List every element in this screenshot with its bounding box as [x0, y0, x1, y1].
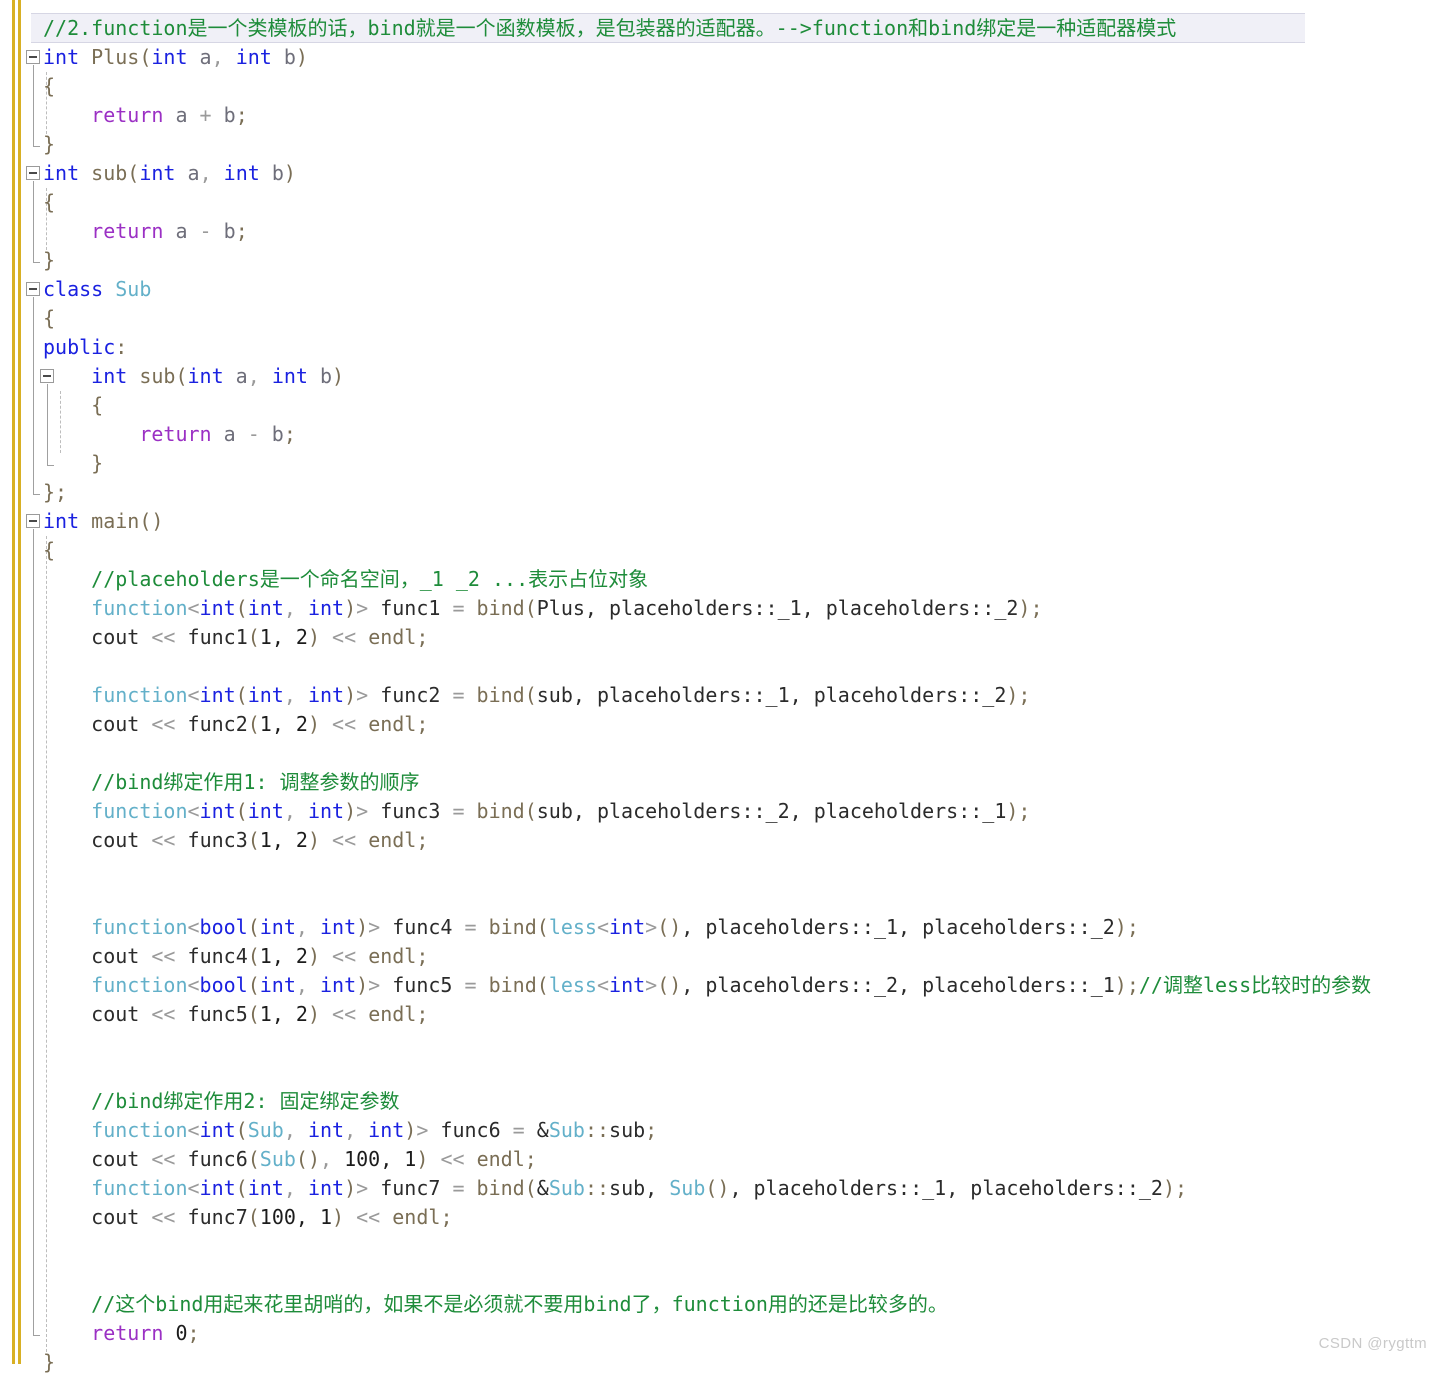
code-line-text: function<int(Sub, int, int)> func6 = &Su… [91, 1118, 658, 1142]
fold-region-foot-1 [33, 262, 40, 263]
fold-region-foot-0 [33, 146, 40, 147]
code-line-text: return a - b; [139, 422, 296, 446]
code-line-text: cout << func5(1, 2) << endl; [91, 1002, 429, 1026]
fold-region-foot-4 [33, 1335, 40, 1336]
code-line-text: //placeholders是一个命名空间，_1 _2 ...表示占位对象 [91, 567, 649, 591]
code-line-text: } [43, 132, 56, 156]
code-line-text: cout << func4(1, 2) << endl; [91, 944, 429, 968]
code-line-text: int Plus(int a, int b) [43, 45, 308, 69]
code-line-text: cout << func2(1, 2) << endl; [91, 712, 429, 736]
code-line-text: } [43, 451, 104, 475]
code-line-text: function<int(int, int)> func7 = bind(&Su… [91, 1176, 1188, 1200]
code-line-text: function<bool(int, int)> func4 = bind(le… [91, 915, 1139, 939]
code-line-text: return a - b; [91, 219, 248, 243]
code-line-text: { [43, 74, 56, 98]
code-line-text: cout << func1(1, 2) << endl; [91, 625, 429, 649]
code-line-text: function<int(int, int)> func2 = bind(sub… [91, 683, 1031, 707]
code-line-text: cout << func3(1, 2) << endl; [91, 828, 429, 852]
fold-toggle-2[interactable] [26, 282, 40, 296]
code-line-text: int sub(int a, int b) [91, 364, 345, 388]
fold-toggle-4[interactable] [26, 514, 40, 528]
watermark: CSDN @rygttm [1318, 1335, 1427, 1352]
code-line-text: { [43, 306, 56, 330]
code-editor[interactable]: //2.function是一个类模板的话，bind就是一个函数模板，是包装器的适… [0, 0, 1441, 1374]
code-line-text: return a + b; [91, 103, 248, 127]
code-line-text: cout << func7(100, 1) << endl; [91, 1205, 453, 1229]
code-line-text: public: [43, 335, 128, 359]
code-line-text: { [43, 538, 56, 562]
code-line-text: } [43, 1350, 56, 1374]
fold-region-line-2 [33, 297, 34, 494]
code-line-text: { [43, 393, 104, 417]
code-line-text: //2.function是一个类模板的话，bind就是一个函数模板，是包装器的适… [43, 16, 1177, 40]
fold-region-foot-2 [33, 494, 40, 495]
fold-region-line-1 [33, 181, 34, 262]
code-line-text: }; [43, 480, 68, 504]
code-line-text: function<int(int, int)> func3 = bind(sub… [91, 799, 1031, 823]
code-line-text: int main() [43, 509, 164, 533]
code-line-text: int sub(int a, int b) [43, 161, 296, 185]
fold-toggle-0[interactable] [26, 50, 40, 64]
code-line-text: //bind绑定作用2: 固定绑定参数 [91, 1089, 400, 1113]
change-bar-outer [12, 0, 15, 1364]
code-line-text: //bind绑定作用1: 调整参数的顺序 [91, 770, 420, 794]
code-line-text: return 0; [91, 1321, 200, 1345]
code-line-text: cout << func6(Sub(), 100, 1) << endl; [91, 1147, 537, 1171]
change-bar-inner [18, 0, 21, 1364]
code-line-text: { [43, 190, 56, 214]
code-line-text: //这个bind用起来花里胡哨的，如果不是必须就不要用bind了，functio… [91, 1292, 948, 1316]
fold-toggle-1[interactable] [26, 166, 40, 180]
fold-region-line-4 [33, 529, 34, 1335]
code-line-text: function<int(int, int)> func1 = bind(Plu… [91, 596, 1043, 620]
fold-region-line-0 [33, 65, 34, 146]
code-line-text: } [43, 248, 56, 272]
code-line-text: function<bool(int, int)> func5 = bind(le… [91, 973, 1372, 997]
code-line-text: class Sub [43, 277, 152, 301]
